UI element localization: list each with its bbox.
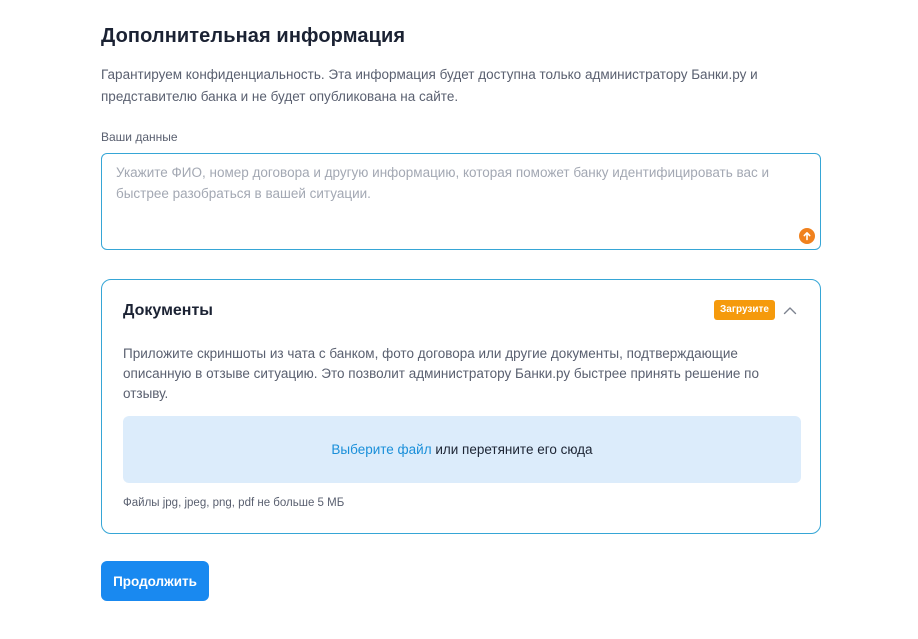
documents-title: Документы	[123, 302, 213, 319]
file-dropzone[interactable]: Выберите файл или перетяните его сюда	[123, 416, 801, 483]
upload-status-badge: Загрузите	[714, 300, 775, 320]
choose-file-link[interactable]: Выберите файл	[331, 442, 431, 457]
continue-button[interactable]: Продолжить	[101, 561, 209, 601]
documents-card: Документы Загрузите Приложите скриншоты …	[101, 279, 821, 534]
your-data-field-wrapper	[101, 153, 821, 250]
collapse-toggle[interactable]	[780, 300, 800, 320]
documents-description: Приложите скриншоты из чата с банком, фо…	[123, 346, 760, 401]
file-types-hint: Файлы jpg, jpeg, png, pdf не больше 5 МБ	[123, 497, 345, 509]
section-description: Гарантируем конфиденциальность. Эта инфо…	[101, 67, 758, 104]
dropzone-hint-text: или перетяните его сюда	[431, 442, 593, 457]
section-title: Дополнительная информация	[101, 25, 406, 47]
upload-warning-icon	[799, 228, 815, 244]
your-data-textarea[interactable]	[102, 154, 820, 249]
your-data-label: Ваши данные	[101, 130, 178, 144]
chevron-up-icon	[783, 306, 797, 314]
